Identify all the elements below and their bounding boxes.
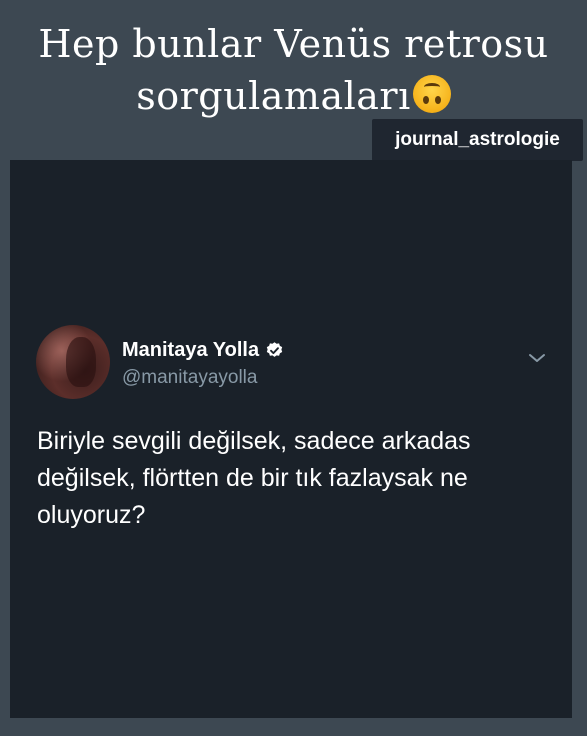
post-caption: Hep bunlar Venüs retrosu sorgulamaları <box>0 18 587 122</box>
verified-badge-icon <box>266 341 283 357</box>
caption-line-1: Hep bunlar Venüs retrosu <box>38 22 549 66</box>
caption-line-2-wrapper: sorgulamaları <box>0 70 587 122</box>
author-name[interactable]: Manitaya Yolla <box>122 338 259 362</box>
chevron-down-icon[interactable] <box>528 352 546 364</box>
tweet-card[interactable]: Manitaya Yolla @manitayayolla Biriyle se… <box>10 160 572 718</box>
author-row: Manitaya Yolla <box>122 338 284 362</box>
upside-down-face-emoji-icon <box>412 75 451 113</box>
avatar[interactable] <box>36 325 110 399</box>
watermark-label: journal_astrologie <box>372 119 583 161</box>
caption-line-2: sorgulamaları <box>136 74 411 118</box>
author-handle[interactable]: @manitayayolla <box>122 366 257 390</box>
tweet-text: Biriyle sevgili değilsek, sadece arkadas… <box>37 427 471 529</box>
